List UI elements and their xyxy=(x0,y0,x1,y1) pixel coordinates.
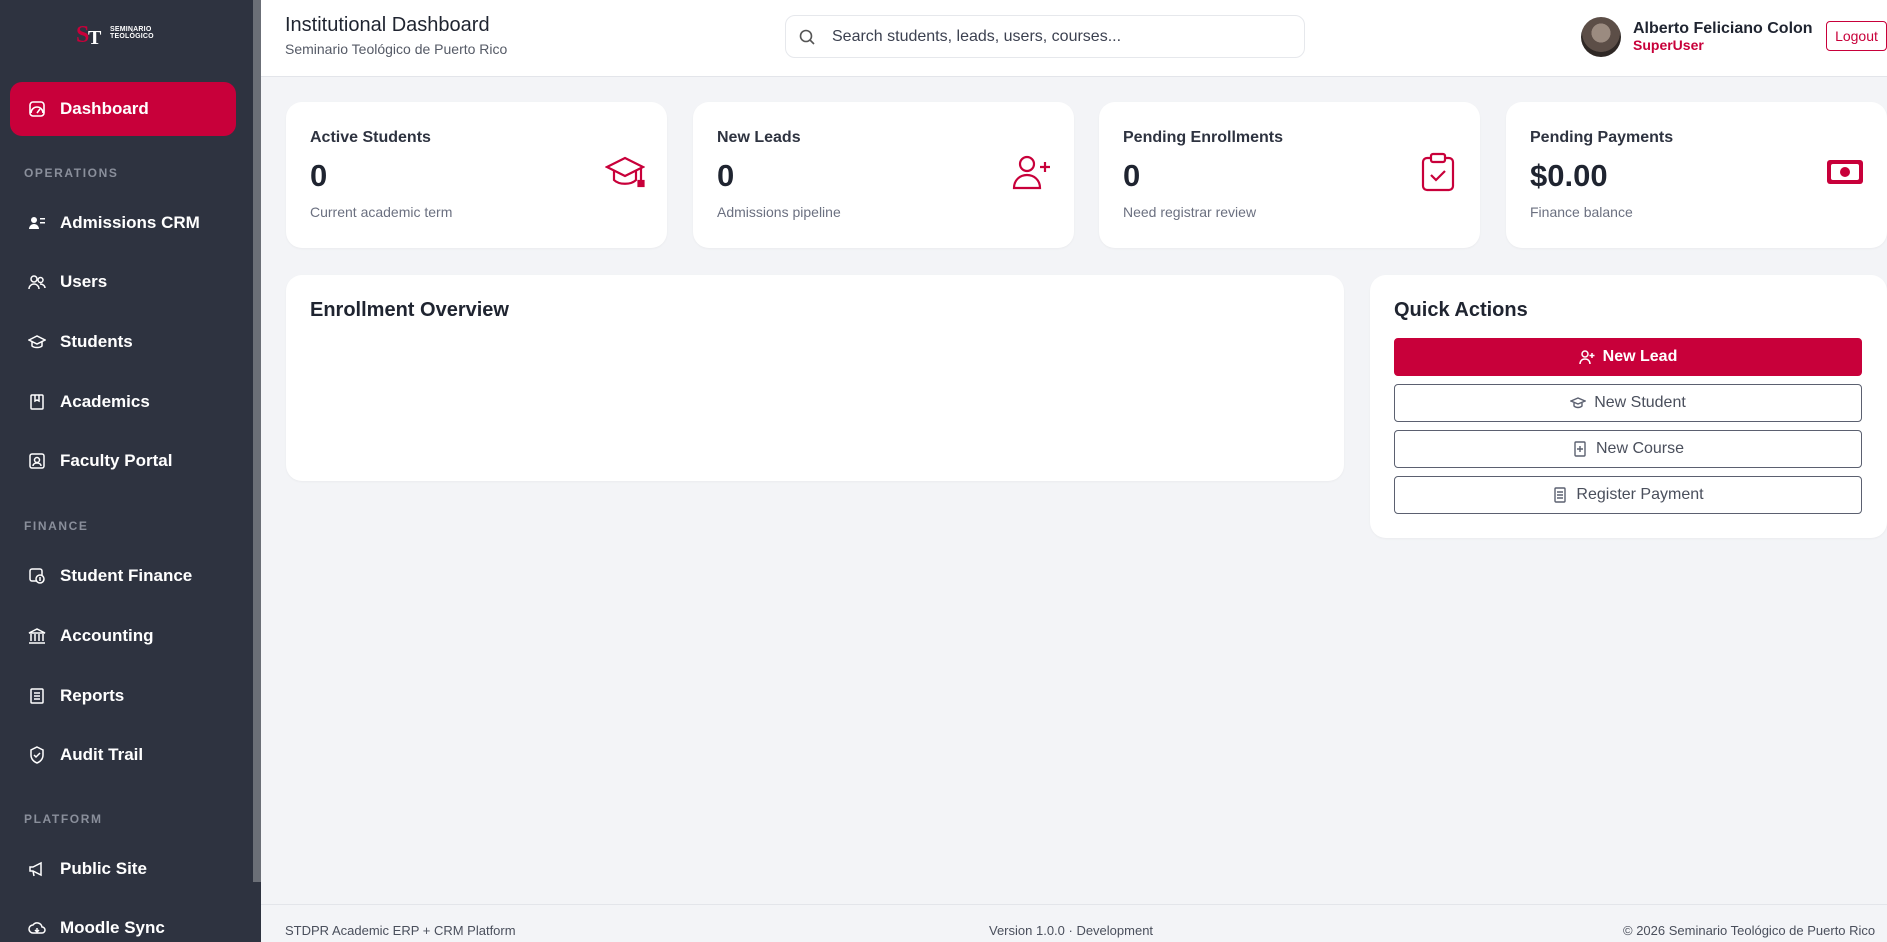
button-label: New Course xyxy=(1595,440,1685,457)
sidebar-item-academics[interactable]: Academics xyxy=(10,375,236,429)
panel-title: Quick Actions xyxy=(1394,299,1528,321)
logo-icon: S T xyxy=(76,22,102,48)
button-label: Register Payment xyxy=(1576,486,1704,503)
sidebar-item-reports[interactable]: Reports xyxy=(10,669,236,723)
section-finance: FINANCE xyxy=(24,519,89,533)
bank-icon xyxy=(28,628,46,644)
stat-card-new-leads: New Leads 0 Admissions pipeline xyxy=(693,102,1074,248)
quick-actions-panel: Quick Actions New Lead New Student New C… xyxy=(1370,275,1887,538)
cloud-sync-icon xyxy=(28,922,46,934)
stat-card-pending-payments: Pending Payments $0.00 Finance balance xyxy=(1506,102,1887,248)
button-label: New Lead xyxy=(1602,348,1678,365)
book-icon xyxy=(30,394,44,410)
avatar[interactable] xyxy=(1581,17,1621,57)
stat-value: $0.00 xyxy=(1530,158,1608,193)
new-student-button[interactable]: New Student xyxy=(1394,384,1862,422)
stat-label: New Leads xyxy=(717,129,801,146)
sidebar-item-moodle-sync[interactable]: Moodle Sync xyxy=(10,901,236,942)
logo[interactable]: S T SEMINARIO TEOLÓGICO xyxy=(76,18,154,48)
gauge-icon xyxy=(29,101,45,117)
stat-value: 0 xyxy=(1123,158,1141,193)
button-label: New Student xyxy=(1594,394,1686,411)
clipboard-check-icon xyxy=(1421,152,1455,192)
footer-version: Version 1.0.0 · Development xyxy=(989,923,1154,938)
stat-description: Admissions pipeline xyxy=(717,204,841,220)
search-input[interactable] xyxy=(832,27,1272,46)
sidebar-item-admissions-crm[interactable]: Admissions CRM xyxy=(10,196,236,250)
sidebar-item-label: Academics xyxy=(60,392,150,411)
page-title: Institutional Dashboard xyxy=(285,14,490,36)
search-box[interactable] xyxy=(785,15,1305,58)
panel-title: Enrollment Overview xyxy=(310,299,509,321)
sidebar-scrollbar[interactable] xyxy=(253,0,261,882)
enrollment-overview-panel: Enrollment Overview xyxy=(286,275,1344,481)
user-plus-icon xyxy=(1012,155,1050,190)
graduation-cap-icon xyxy=(1570,397,1587,409)
sidebar-item-label: Audit Trail xyxy=(60,745,144,764)
sidebar-item-dashboard[interactable]: Dashboard xyxy=(10,82,236,136)
logo-text: SEMINARIO TEOLÓGICO xyxy=(110,26,154,40)
page-subtitle: Seminario Teológico de Puerto Rico xyxy=(285,41,508,57)
stat-label: Pending Payments xyxy=(1530,129,1674,146)
sidebar-item-label: Public Site xyxy=(60,859,147,878)
logo-text-line2: TEOLÓGICO xyxy=(110,33,154,40)
book-plus-icon xyxy=(1574,441,1586,457)
sidebar-item-label: Dashboard xyxy=(60,99,149,118)
footer: STDPR Academic ERP + CRM Platform Versio… xyxy=(261,904,1887,942)
sidebar-item-accounting[interactable]: Accounting xyxy=(10,609,236,663)
user-role: SuperUser xyxy=(1633,37,1704,53)
stat-description: Current academic term xyxy=(310,204,453,220)
new-course-button[interactable]: New Course xyxy=(1394,430,1862,468)
user-name: Alberto Feliciano Colon xyxy=(1633,20,1813,37)
sidebar-item-students[interactable]: Students xyxy=(10,315,236,369)
section-operations: OPERATIONS xyxy=(24,166,119,180)
logo-text-line1: SEMINARIO xyxy=(110,26,152,33)
header: Institutional Dashboard Seminario Teológ… xyxy=(261,0,1887,77)
logout-button[interactable]: Logout xyxy=(1826,21,1887,51)
sidebar-item-label: Students xyxy=(60,332,133,351)
sidebar-item-label: Student Finance xyxy=(60,566,193,585)
stat-label: Pending Enrollments xyxy=(1123,129,1284,146)
sidebar-item-student-finance[interactable]: Student Finance xyxy=(10,549,236,603)
user-list-icon xyxy=(29,217,45,229)
id-badge-icon xyxy=(29,453,45,469)
users-icon xyxy=(28,275,46,290)
search-icon xyxy=(799,29,815,45)
megaphone-icon xyxy=(29,861,42,877)
sidebar-item-label: Users xyxy=(60,272,108,291)
report-icon xyxy=(30,688,44,704)
new-lead-button[interactable]: New Lead xyxy=(1394,338,1862,376)
section-platform: PLATFORM xyxy=(24,812,103,826)
stat-label: Active Students xyxy=(310,129,431,146)
stat-card-active-students: Active Students 0 Current academic term xyxy=(286,102,667,248)
graduation-cap-icon xyxy=(605,156,645,188)
cash-icon xyxy=(1827,160,1863,184)
sidebar-item-label: Admissions CRM xyxy=(60,213,200,232)
sidebar-item-label: Moodle Sync xyxy=(60,918,165,937)
finance-icon xyxy=(29,568,45,584)
stat-value: 0 xyxy=(717,158,735,193)
stat-description: Need registrar review xyxy=(1123,204,1257,220)
svg-text:T: T xyxy=(88,27,102,48)
sidebar-item-audit-trail[interactable]: Audit Trail xyxy=(10,728,236,782)
register-payment-button[interactable]: Register Payment xyxy=(1394,476,1862,514)
stat-value: 0 xyxy=(310,158,328,193)
sidebar-item-faculty-portal[interactable]: Faculty Portal xyxy=(10,434,236,488)
footer-copyright: © 2026 Seminario Teológico de Puerto Ric… xyxy=(1623,923,1876,938)
stat-card-pending-enrollments: Pending Enrollments 0 Need registrar rev… xyxy=(1099,102,1480,248)
sidebar: S T SEMINARIO TEOLÓGICO Dashboard OPERAT… xyxy=(0,0,261,942)
user-plus-icon xyxy=(1578,350,1595,365)
receipt-icon xyxy=(1554,487,1567,503)
footer-platform: STDPR Academic ERP + CRM Platform xyxy=(285,923,516,938)
graduation-cap-icon xyxy=(28,335,46,349)
sidebar-item-label: Reports xyxy=(60,686,125,705)
sidebar-item-label: Accounting xyxy=(60,626,154,645)
sidebar-item-public-site[interactable]: Public Site xyxy=(10,842,236,896)
sidebar-item-users[interactable]: Users xyxy=(10,255,236,309)
sidebar-item-label: Faculty Portal xyxy=(60,451,173,470)
stat-description: Finance balance xyxy=(1530,204,1633,220)
shield-check-icon xyxy=(30,746,44,764)
